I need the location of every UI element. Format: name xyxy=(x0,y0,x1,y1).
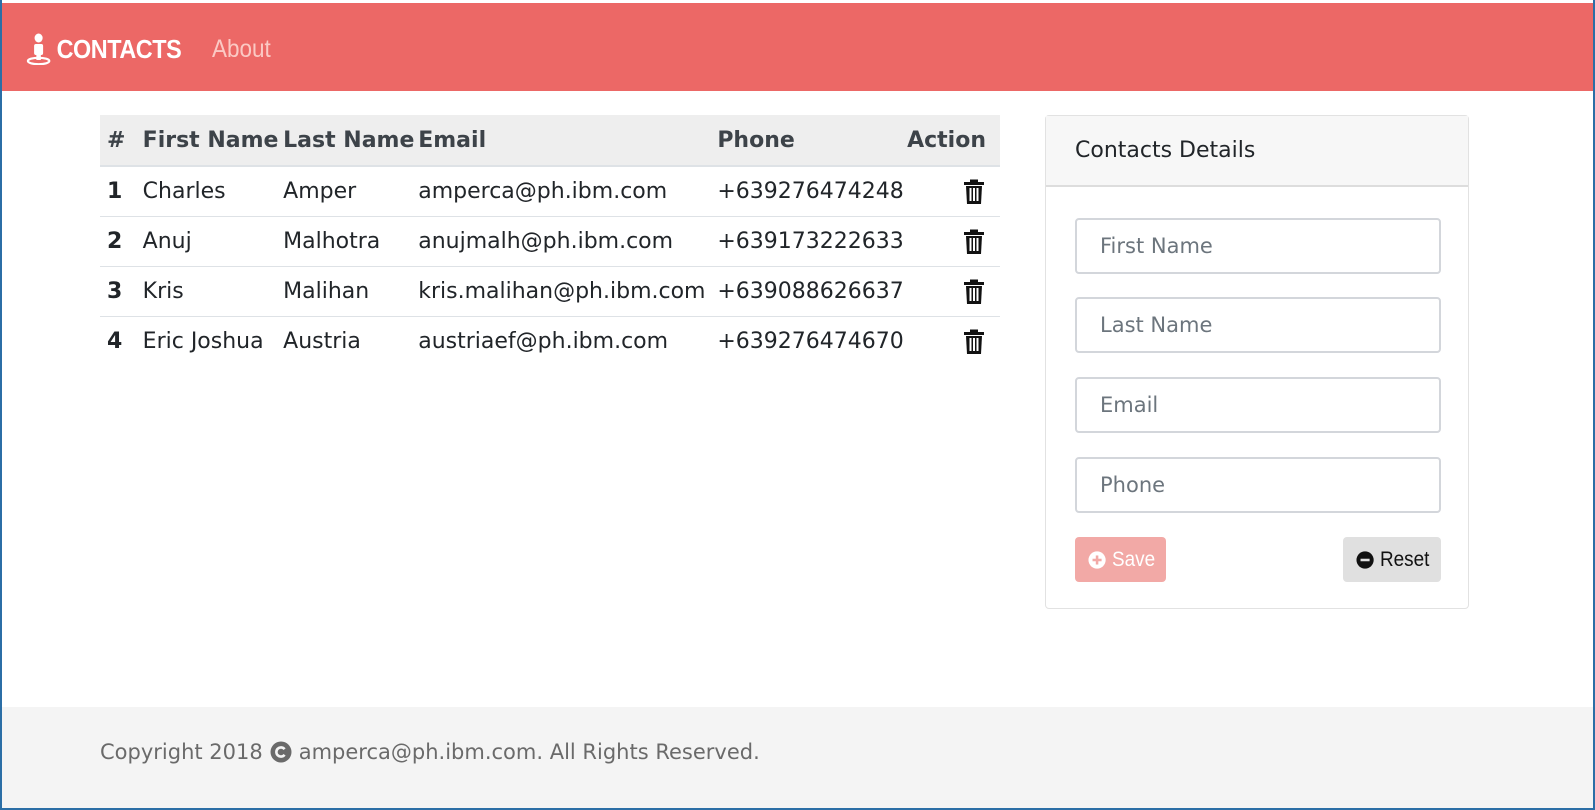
table-row[interactable]: 3 Kris Malihan kris.malihan@ph.ibm.com +… xyxy=(100,266,1000,317)
row-action xyxy=(907,216,1000,267)
minus-circle-icon xyxy=(1356,550,1374,569)
row-last-name: Malhotra xyxy=(283,216,419,267)
last-name-field[interactable] xyxy=(1075,297,1441,353)
row-last-name: Malihan xyxy=(283,266,419,317)
row-email: kris.malihan@ph.ibm.com xyxy=(418,266,718,317)
reset-button[interactable]: Reset xyxy=(1343,537,1441,582)
trash-icon[interactable] xyxy=(963,279,985,305)
row-num: 1 xyxy=(100,166,143,217)
row-first-name: Anuj xyxy=(142,216,284,267)
app-window: CONTACTS About # First Name Last Name Em… xyxy=(0,0,1595,810)
save-label: Save xyxy=(1112,547,1156,571)
header-action: Action xyxy=(907,115,1000,167)
row-email: anujmalh@ph.ibm.com xyxy=(418,216,718,267)
contacts-table: # First Name Last Name Email Phone Actio… xyxy=(100,115,1000,366)
nav-about-link[interactable]: About xyxy=(212,35,271,64)
table-header-row: # First Name Last Name Email Phone Actio… xyxy=(100,115,1000,167)
trash-icon[interactable] xyxy=(963,179,985,205)
row-action xyxy=(907,166,1000,217)
row-num: 3 xyxy=(100,266,143,317)
person-icon xyxy=(26,33,51,65)
email-field[interactable] xyxy=(1075,377,1441,433)
row-num: 2 xyxy=(100,216,143,267)
table-header: # First Name Last Name Email Phone Actio… xyxy=(100,115,1000,167)
row-phone: +639276474670 xyxy=(717,329,904,354)
card-header: Contacts Details xyxy=(1046,116,1468,187)
row-email: austriaef@ph.ibm.com xyxy=(418,329,669,354)
reset-label: Reset xyxy=(1380,547,1430,571)
row-action xyxy=(907,266,1000,317)
copyright-prefix: Copyright 2018 xyxy=(100,740,263,764)
row-phone: +639173222633 xyxy=(717,216,908,267)
copyright-suffix: amperca@ph.ibm.com. All Rights Reserved. xyxy=(298,740,760,764)
header-email: Email xyxy=(418,115,718,167)
contact-details-card: Contacts Details Save Reset xyxy=(1045,115,1469,609)
row-last-name: Austria xyxy=(283,329,361,354)
trash-icon[interactable] xyxy=(963,229,985,255)
header-num: # xyxy=(100,115,143,167)
table-row[interactable]: 1 Charles Amper amperca@ph.ibm.com +6392… xyxy=(100,166,1000,217)
header-last-name: Last Name xyxy=(283,115,419,167)
header-phone: Phone xyxy=(717,115,908,167)
header-first-name: First Name xyxy=(142,115,284,167)
phone-field[interactable] xyxy=(1075,457,1441,513)
table-row[interactable]: 4 Eric Joshua Austria austriaef@ph.ibm.c… xyxy=(100,317,1000,367)
brand-link[interactable]: CONTACTS xyxy=(26,33,182,65)
table-body: 1 Charles Amper amperca@ph.ibm.com +6392… xyxy=(100,166,1000,366)
row-email: amperca@ph.ibm.com xyxy=(418,166,718,217)
trash-icon[interactable] xyxy=(963,329,985,355)
row-phone: +639276474248 xyxy=(717,166,908,217)
row-num: 4 xyxy=(107,329,123,354)
footer-text: Copyright 2018 amperca@ph.ibm.com. All R… xyxy=(100,740,760,764)
row-phone: +639088626637 xyxy=(717,266,908,317)
plus-circle-icon xyxy=(1088,550,1106,569)
row-action xyxy=(907,317,1000,367)
footer: Copyright 2018 amperca@ph.ibm.com. All R… xyxy=(2,707,1593,808)
save-button[interactable]: Save xyxy=(1075,537,1166,582)
row-first-name: Eric Joshua xyxy=(142,329,264,354)
navbar: CONTACTS About xyxy=(2,3,1593,91)
first-name-field[interactable] xyxy=(1075,218,1441,274)
card-title: Contacts Details xyxy=(1075,138,1256,163)
row-last-name: Amper xyxy=(283,166,419,217)
table-row[interactable]: 2 Anuj Malhotra anujmalh@ph.ibm.com +639… xyxy=(100,216,1000,267)
row-first-name: Charles xyxy=(142,166,284,217)
brand-label: CONTACTS xyxy=(56,33,182,64)
row-first-name: Kris xyxy=(142,266,284,317)
copyright-icon xyxy=(270,741,292,763)
